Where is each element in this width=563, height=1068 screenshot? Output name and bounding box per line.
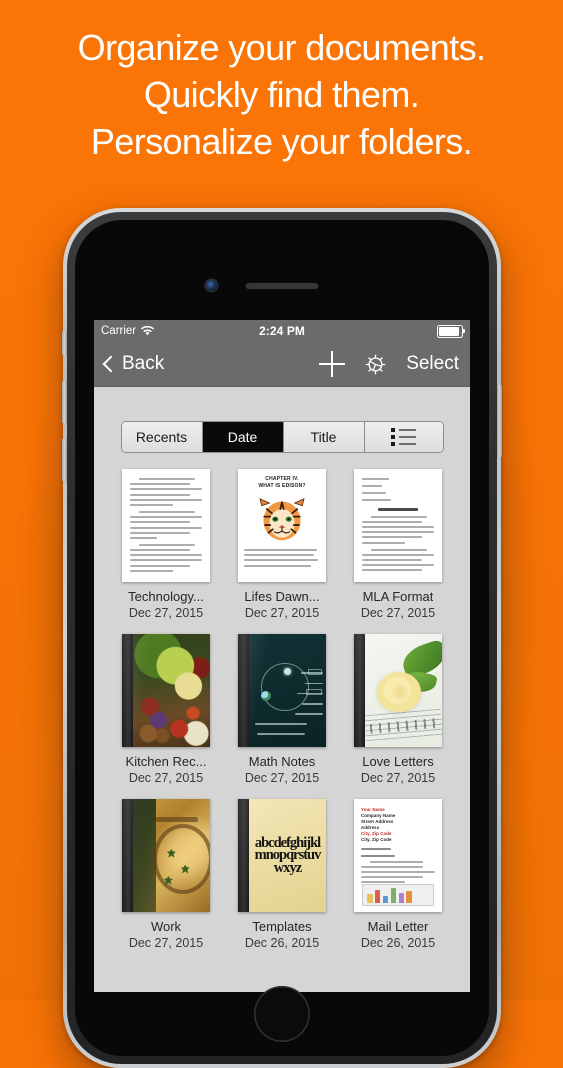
document-title: Math Notes [248, 754, 316, 769]
document-item[interactable]: Technology... Dec 27, 2015 [108, 469, 224, 620]
letter-chart-image [362, 884, 434, 906]
document-date: Dec 27, 2015 [244, 771, 320, 785]
status-bar-time: 2:24 PM [258, 324, 306, 338]
document-item[interactable]: Kitchen Rec... Dec 27, 2015 [108, 634, 224, 785]
document-thumbnail [354, 469, 442, 582]
alphabet-artwork: abcdefghijklmnopqrstuvwxyz [254, 834, 322, 876]
book-spine [354, 634, 365, 747]
book-cover [365, 634, 442, 747]
book-cover [133, 799, 210, 912]
letterhead-line: City, Zip Code [361, 837, 392, 843]
letterhead-line: City, Zip Code [361, 831, 392, 837]
chevron-left-icon [102, 355, 120, 372]
document-title: Mail Letter [367, 919, 429, 934]
device-glass: Carrier 2:24 PM Back Select Recents Date… [75, 220, 489, 1056]
status-bar-right [437, 324, 466, 338]
segment-title[interactable]: Title [283, 422, 365, 452]
document-date: Dec 27, 2015 [128, 606, 204, 620]
select-button[interactable]: Select [406, 353, 459, 375]
document-date: Dec 26, 2015 [244, 936, 320, 950]
document-thumbnail: abcdefghijklmnopqrstuvwxyz [238, 799, 326, 912]
book-spine [122, 634, 133, 747]
document-item[interactable]: MLA Format Dec 27, 2015 [340, 469, 456, 620]
book-spine [238, 799, 249, 912]
document-date: Dec 27, 2015 [128, 771, 204, 785]
document-item[interactable]: Work Dec 27, 2015 [108, 799, 224, 950]
document-thumbnail [238, 634, 326, 747]
book-cover: abcdefghijklmnopqrstuvwxyz [249, 799, 326, 912]
segmented-control[interactable]: Recents Date Title [120, 421, 444, 453]
app-screen: Carrier 2:24 PM Back Select Recents Date… [94, 320, 470, 992]
book-cover [249, 634, 326, 747]
document-title: Kitchen Rec... [125, 754, 207, 769]
book-spine [122, 799, 133, 912]
marketing-backdrop: Organize your documents. Quickly find th… [0, 0, 563, 1068]
book-spine [238, 634, 249, 747]
letterhead-line: Your Name [361, 807, 385, 812]
document-date: Dec 26, 2015 [360, 936, 436, 950]
marketing-headline: Organize your documents. Quickly find th… [0, 24, 563, 165]
document-title: Technology... [128, 589, 204, 604]
document-date: Dec 27, 2015 [244, 606, 320, 620]
segment-date[interactable]: Date [202, 422, 284, 452]
document-item[interactable]: CHAPTER IV. WHAT IS EDISON? Lifes Dawn..… [224, 469, 340, 620]
back-button-label: Back [122, 353, 165, 374]
view-toggle-button[interactable] [364, 422, 443, 452]
earpiece-speaker [245, 283, 319, 289]
document-item[interactable]: Your Name Company Name Street Address Ad… [340, 799, 456, 950]
document-date: Dec 27, 2015 [360, 606, 436, 620]
book-cover [133, 634, 210, 747]
gear-icon [365, 354, 386, 374]
headline-line-2: Quickly find them. [143, 74, 420, 115]
navigation-bar: Back Select [94, 342, 470, 387]
front-camera-icon [206, 280, 217, 291]
document-thumbnail [122, 634, 210, 747]
list-view-icon [391, 428, 416, 446]
document-title: MLA Format [362, 589, 434, 604]
document-thumbnail [122, 469, 210, 582]
document-item[interactable]: Love Letters Dec 27, 2015 [340, 634, 456, 785]
document-thumbnail [122, 799, 210, 912]
document-title: Templates [252, 919, 312, 934]
document-date: Dec 27, 2015 [360, 771, 436, 785]
back-button[interactable]: Back [102, 353, 165, 375]
add-document-button[interactable] [319, 351, 346, 377]
document-thumbnail: Your Name Company Name Street Address Ad… [354, 799, 442, 912]
document-thumbnail: CHAPTER IV. WHAT IS EDISON? [238, 469, 326, 582]
sort-controls: Recents Date Title [94, 421, 470, 453]
power-button[interactable] [497, 384, 502, 458]
chapter-heading: CHAPTER IV. WHAT IS EDISON? [258, 476, 306, 489]
document-date: Dec 27, 2015 [128, 936, 204, 950]
headline-line-3: Personalize your folders. [90, 121, 473, 162]
battery-icon [437, 324, 466, 338]
letterhead-line: Company Name [361, 813, 396, 819]
letterhead-line: Address [361, 825, 380, 831]
letterhead-line: Street Address [361, 819, 394, 825]
document-thumbnail [354, 634, 442, 747]
settings-button[interactable] [363, 352, 388, 377]
document-title: Love Letters [362, 754, 434, 769]
segment-recents[interactable]: Recents [121, 422, 203, 452]
document-item[interactable]: Math Notes Dec 27, 2015 [224, 634, 340, 785]
iphone-device-frame: Carrier 2:24 PM Back Select Recents Date… [62, 208, 502, 1068]
device-bezel: Carrier 2:24 PM Back Select Recents Date… [67, 212, 497, 1064]
document-title: Work [150, 919, 182, 934]
home-button[interactable] [254, 986, 310, 1042]
document-title: Lifes Dawn... [244, 589, 320, 604]
document-item[interactable]: abcdefghijklmnopqrstuvwxyz Templates Dec… [224, 799, 340, 950]
headline-line-1: Organize your documents. [77, 27, 486, 68]
document-grid: Technology... Dec 27, 2015 CHAPTER IV. WH… [94, 453, 470, 950]
status-bar: Carrier 2:24 PM [94, 320, 470, 342]
tiger-illustration-icon [259, 498, 305, 541]
